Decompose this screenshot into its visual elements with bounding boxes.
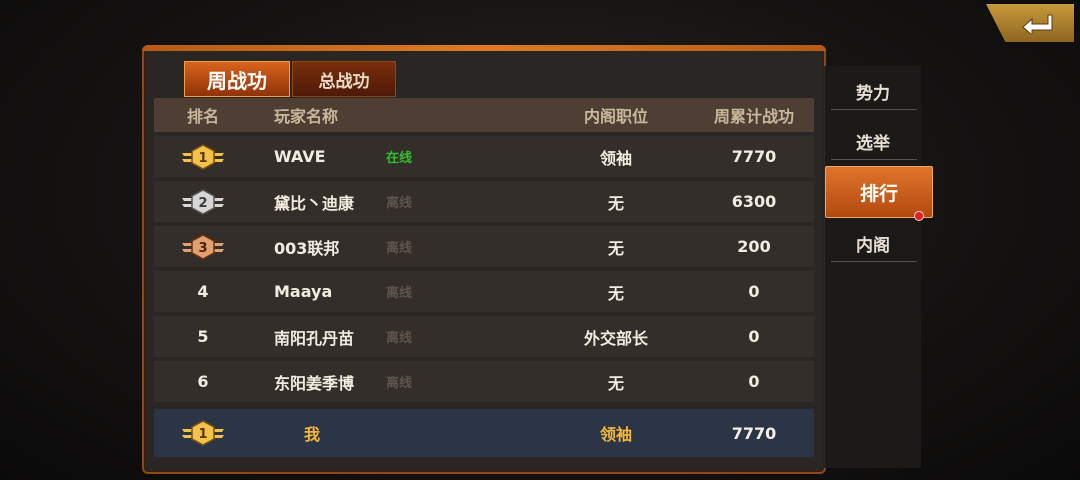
tab-weekly-merit[interactable]: 周战功 bbox=[184, 61, 290, 97]
weekly-merit: 7770 bbox=[731, 147, 777, 166]
cabinet-post: 无 bbox=[607, 193, 624, 213]
self-total: 7770 bbox=[731, 423, 777, 443]
self-name: 我 bbox=[304, 425, 321, 444]
player-name: Maaya bbox=[274, 282, 333, 301]
online-status: 离线 bbox=[386, 376, 413, 391]
player-name: 黛比丶迪康 bbox=[274, 193, 355, 213]
self-row[interactable]: 1 我 领袖 7770 bbox=[154, 409, 814, 457]
cabinet-post: 无 bbox=[607, 238, 624, 258]
tab-total-merit[interactable]: 总战功 bbox=[292, 61, 396, 97]
table-row[interactable]: 4 Maaya 离线 无 0 bbox=[154, 271, 814, 312]
weekly-merit: 6300 bbox=[731, 192, 777, 211]
rank-number: 5 bbox=[197, 327, 209, 346]
table-row[interactable]: 3 003联邦 离线 无 200 bbox=[154, 226, 814, 267]
winged-rank-badge-icon: 1 bbox=[182, 143, 224, 170]
cabinet-post: 外交部长 bbox=[583, 328, 648, 348]
side-menu: 势力 选举 排行 内阁 bbox=[824, 66, 933, 468]
player-name: WAVE bbox=[274, 147, 326, 166]
player-name: 东阳姜季博 bbox=[274, 373, 355, 393]
online-status: 离线 bbox=[386, 196, 413, 211]
side-item-ranking[interactable]: 排行 bbox=[825, 166, 933, 221]
svg-text:3: 3 bbox=[198, 241, 207, 256]
back-button[interactable] bbox=[986, 4, 1074, 42]
self-rank-cell: 1 bbox=[154, 420, 252, 446]
rank-cell: 2 bbox=[154, 188, 252, 215]
winged-rank-badge-icon: 2 bbox=[182, 188, 224, 215]
online-status: 在线 bbox=[386, 151, 413, 166]
rank-cell: 6 bbox=[154, 372, 252, 391]
online-status: 离线 bbox=[386, 241, 413, 256]
side-item-faction[interactable]: 势力 bbox=[825, 66, 921, 116]
rank-cell: 5 bbox=[154, 327, 252, 346]
rank-cell: 1 bbox=[154, 143, 252, 170]
rank-number: 4 bbox=[197, 282, 209, 301]
svg-text:1: 1 bbox=[198, 151, 207, 166]
header-weekly-merit: 周累计战功 bbox=[713, 107, 794, 126]
table-row[interactable]: 5 南阳孔丹苗 离线 外交部长 0 bbox=[154, 316, 814, 357]
cabinet-post: 无 bbox=[607, 283, 624, 303]
side-item-cabinet[interactable]: 内阁 bbox=[825, 218, 921, 268]
table-row[interactable]: 2 黛比丶迪康 离线 无 6300 bbox=[154, 181, 814, 222]
header-cabinet-post: 内阁职位 bbox=[583, 107, 648, 126]
rank-number: 6 bbox=[197, 372, 209, 391]
winged-rank-badge-icon: 1 bbox=[182, 420, 224, 446]
weekly-merit: 0 bbox=[748, 282, 760, 301]
rank-cell: 3 bbox=[154, 233, 252, 260]
winged-rank-badge-icon: 3 bbox=[182, 233, 224, 260]
svg-text:1: 1 bbox=[198, 427, 207, 442]
panel-top-trim bbox=[142, 45, 826, 51]
weekly-merit: 200 bbox=[737, 237, 771, 256]
rank-cell: 4 bbox=[154, 282, 252, 301]
weekly-merit: 0 bbox=[748, 372, 760, 391]
table-row[interactable]: 6 东阳姜季博 离线 无 0 bbox=[154, 361, 814, 402]
side-item-ranking-label: 排行 bbox=[859, 182, 898, 205]
cabinet-post: 无 bbox=[607, 373, 624, 393]
return-arrow-icon bbox=[1022, 14, 1053, 34]
header-player-name: 玩家名称 bbox=[274, 107, 339, 126]
tab-bar: 周战功 总战功 bbox=[184, 61, 396, 97]
ranking-panel: 周战功 总战功 排名 玩家名称 内阁职位 周累计战功 1 WAVE 在线 领袖 7770… bbox=[142, 45, 826, 474]
player-name: 003联邦 bbox=[274, 238, 340, 258]
online-status: 离线 bbox=[386, 331, 413, 346]
header-rank: 排名 bbox=[186, 107, 219, 126]
online-status: 离线 bbox=[386, 286, 413, 301]
table-row[interactable]: 1 WAVE 在线 领袖 7770 bbox=[154, 136, 814, 177]
svg-text:2: 2 bbox=[198, 196, 207, 211]
self-post: 领袖 bbox=[599, 425, 632, 444]
player-name: 南阳孔丹苗 bbox=[274, 328, 355, 348]
cabinet-post: 领袖 bbox=[599, 148, 632, 168]
weekly-merit: 0 bbox=[748, 327, 760, 346]
side-item-election[interactable]: 选举 bbox=[825, 116, 921, 166]
ranking-table: 排名 玩家名称 内阁职位 周累计战功 1 WAVE 在线 领袖 7770 2 黛比丶迪康 离线… bbox=[154, 98, 814, 457]
table-header: 排名 玩家名称 内阁职位 周累计战功 bbox=[154, 98, 814, 132]
